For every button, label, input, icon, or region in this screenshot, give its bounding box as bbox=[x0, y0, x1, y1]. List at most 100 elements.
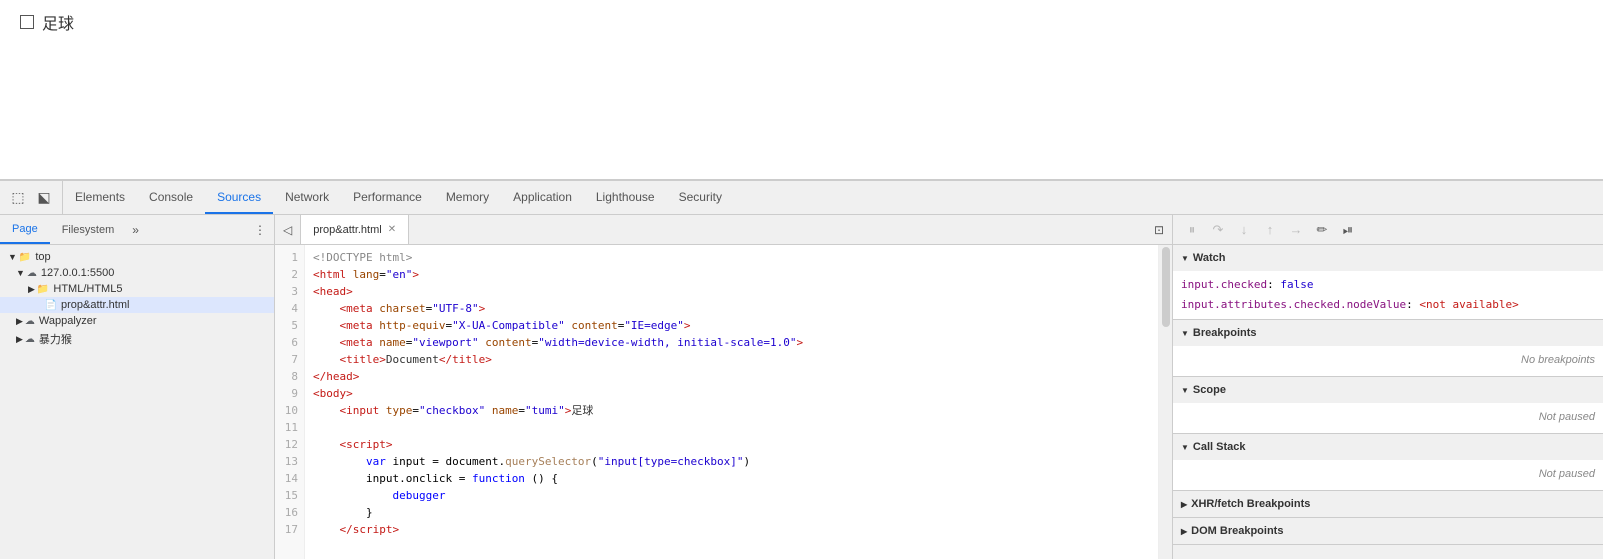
line-number: 11 bbox=[275, 419, 298, 436]
watch-item-nodevalue: input.attributes.checked.nodeValue: <not… bbox=[1181, 295, 1595, 315]
code-line: <meta name="viewport" content="width=dev… bbox=[313, 334, 1150, 351]
tab-network[interactable]: Network bbox=[273, 181, 341, 214]
watch-key-checked: input.checked bbox=[1181, 278, 1267, 291]
code-line: <body> bbox=[313, 385, 1150, 402]
file-panel-more-icon[interactable]: » bbox=[126, 215, 145, 244]
line-number: 4 bbox=[275, 300, 298, 317]
editor-tab-propattr[interactable]: prop&attr.html ✕ bbox=[301, 215, 409, 244]
pause-on-exception-btn[interactable]: ⏯ bbox=[1337, 219, 1359, 241]
scrollbar-thumb[interactable] bbox=[1162, 247, 1170, 327]
tree-arrow-monkey: ▶ bbox=[16, 334, 23, 345]
folder-icon-html5: 📁 bbox=[37, 284, 49, 295]
code-line: <meta charset="UTF-8"> bbox=[313, 300, 1150, 317]
cloud-icon-wappalyzer: ☁ bbox=[25, 316, 35, 327]
line-number: 6 bbox=[275, 334, 298, 351]
tree-item-server[interactable]: ▼ ☁ 127.0.0.1:5500 bbox=[0, 265, 274, 281]
tree-label-server: 127.0.0.1:5500 bbox=[41, 267, 114, 279]
watch-title: Watch bbox=[1193, 252, 1226, 264]
tab-security[interactable]: Security bbox=[667, 181, 734, 214]
line-number: 16 bbox=[275, 504, 298, 521]
editor-tab-close-icon[interactable]: ✕ bbox=[388, 224, 396, 235]
dom-breakpoints-header[interactable]: DOM Breakpoints bbox=[1173, 518, 1603, 544]
code-line: <input type="checkbox" name="tumi">足球 bbox=[313, 402, 1150, 419]
watch-sep-checked: : bbox=[1267, 278, 1280, 291]
line-number: 5 bbox=[275, 317, 298, 334]
file-panel-menu-icon[interactable]: ⋮ bbox=[246, 215, 274, 244]
tree-arrow-propattr bbox=[40, 300, 43, 310]
watch-value-nodevalue: <not available> bbox=[1419, 298, 1518, 311]
code-line: <title>Document</title> bbox=[313, 351, 1150, 368]
xhr-breakpoints-section: XHR/fetch Breakpoints bbox=[1173, 491, 1603, 518]
deactivate-breakpoints-btn[interactable]: ✏ bbox=[1311, 219, 1333, 241]
editor-scrollbar[interactable] bbox=[1158, 245, 1172, 559]
code-line: } bbox=[313, 504, 1150, 521]
line-numbers: 1234567891011121314151617 bbox=[275, 245, 305, 559]
scope-status: Not paused bbox=[1181, 407, 1595, 427]
line-number: 10 bbox=[275, 402, 298, 419]
tree-label-wappalyzer: Wappalyzer bbox=[39, 315, 97, 327]
step-into-btn[interactable]: ↓ bbox=[1233, 219, 1255, 241]
editor-tab-nav-left[interactable]: ◁ bbox=[275, 215, 301, 244]
file-panel: Page Filesystem » ⋮ ▼ 📁 top ▼ ☁ 127.0.0.… bbox=[0, 215, 275, 559]
editor-actions[interactable]: ⊡ bbox=[1146, 215, 1172, 244]
tree-arrow-html5: ▶ bbox=[28, 284, 35, 295]
code-line: </head> bbox=[313, 368, 1150, 385]
dom-chevron-icon bbox=[1181, 525, 1187, 537]
tree-label-propattr: prop&attr.html bbox=[61, 299, 129, 311]
debug-toolbar: ⏸ ↷ ↓ ↑ → ✏ ⏯ bbox=[1173, 215, 1603, 245]
breakpoints-section-header[interactable]: Breakpoints bbox=[1173, 320, 1603, 346]
breakpoints-section: Breakpoints No breakpoints bbox=[1173, 320, 1603, 377]
step-over-btn[interactable]: ↷ bbox=[1207, 219, 1229, 241]
browser-viewport: 足球 bbox=[0, 0, 1603, 180]
call-stack-chevron-icon bbox=[1181, 441, 1189, 453]
line-number: 13 bbox=[275, 453, 298, 470]
step-btn[interactable]: → bbox=[1285, 219, 1307, 241]
tree-item-wappalyzer[interactable]: ▶ ☁ Wappalyzer bbox=[0, 313, 274, 329]
code-line: <meta http-equiv="X-UA-Compatible" conte… bbox=[313, 317, 1150, 334]
viewport-content: 足球 bbox=[20, 10, 74, 34]
tab-console[interactable]: Console bbox=[137, 181, 205, 214]
tab-lighthouse[interactable]: Lighthouse bbox=[584, 181, 667, 214]
watch-section-header[interactable]: Watch bbox=[1173, 245, 1603, 271]
scope-section-header[interactable]: Scope bbox=[1173, 377, 1603, 403]
code-content[interactable]: <!DOCTYPE html><html lang="en"><head> <m… bbox=[305, 245, 1158, 559]
dom-breakpoints-section: DOM Breakpoints bbox=[1173, 518, 1603, 545]
file-panel-tab-filesystem[interactable]: Filesystem bbox=[50, 215, 127, 244]
tab-application[interactable]: Application bbox=[501, 181, 584, 214]
call-stack-title: Call Stack bbox=[1193, 441, 1246, 453]
tab-elements[interactable]: Elements bbox=[63, 181, 137, 214]
xhr-breakpoints-header[interactable]: XHR/fetch Breakpoints bbox=[1173, 491, 1603, 517]
breakpoints-title: Breakpoints bbox=[1193, 327, 1257, 339]
tab-memory[interactable]: Memory bbox=[434, 181, 501, 214]
file-tree: ▼ 📁 top ▼ ☁ 127.0.0.1:5500 ▶ 📁 HTML/HTML… bbox=[0, 245, 274, 559]
watch-content: input.checked: false input.attributes.ch… bbox=[1173, 271, 1603, 319]
watch-value-checked: false bbox=[1280, 278, 1313, 291]
code-line: <head> bbox=[313, 283, 1150, 300]
dom-breakpoints-title: DOM Breakpoints bbox=[1191, 525, 1283, 537]
file-panel-tab-page[interactable]: Page bbox=[0, 215, 50, 244]
line-number: 2 bbox=[275, 266, 298, 283]
line-number: 8 bbox=[275, 368, 298, 385]
line-number: 1 bbox=[275, 249, 298, 266]
tab-sources[interactable]: Sources bbox=[205, 181, 273, 214]
tree-arrow-wappalyzer: ▶ bbox=[16, 316, 23, 327]
step-out-btn[interactable]: ↑ bbox=[1259, 219, 1281, 241]
editor-tabs: ◁ prop&attr.html ✕ ⊡ bbox=[275, 215, 1172, 245]
breakpoints-empty-text: No breakpoints bbox=[1181, 350, 1595, 370]
inspect-icon[interactable]: ⬚ bbox=[8, 188, 28, 208]
tree-item-propattr[interactable]: 📄 prop&attr.html bbox=[0, 297, 274, 313]
scope-content: Not paused bbox=[1173, 403, 1603, 433]
tree-item-monkey[interactable]: ▶ ☁ 暴力猴 bbox=[0, 329, 274, 349]
watch-item-checked: input.checked: false bbox=[1181, 275, 1595, 295]
debug-panel: ⏸ ↷ ↓ ↑ → ✏ ⏯ Watch input.checked: false bbox=[1173, 215, 1603, 559]
code-line: <script> bbox=[313, 436, 1150, 453]
tree-item-top[interactable]: ▼ 📁 top bbox=[0, 249, 274, 265]
pause-btn[interactable]: ⏸ bbox=[1181, 219, 1203, 241]
tab-performance[interactable]: Performance bbox=[341, 181, 434, 214]
line-number: 14 bbox=[275, 470, 298, 487]
device-icon[interactable]: ⬕ bbox=[34, 188, 54, 208]
devtools-toolbar: ⬚ ⬕ Elements Console Sources Network Per… bbox=[0, 181, 1603, 215]
call-stack-section-header[interactable]: Call Stack bbox=[1173, 434, 1603, 460]
tree-arrow-server: ▼ bbox=[16, 268, 25, 278]
tree-item-html5[interactable]: ▶ 📁 HTML/HTML5 bbox=[0, 281, 274, 297]
